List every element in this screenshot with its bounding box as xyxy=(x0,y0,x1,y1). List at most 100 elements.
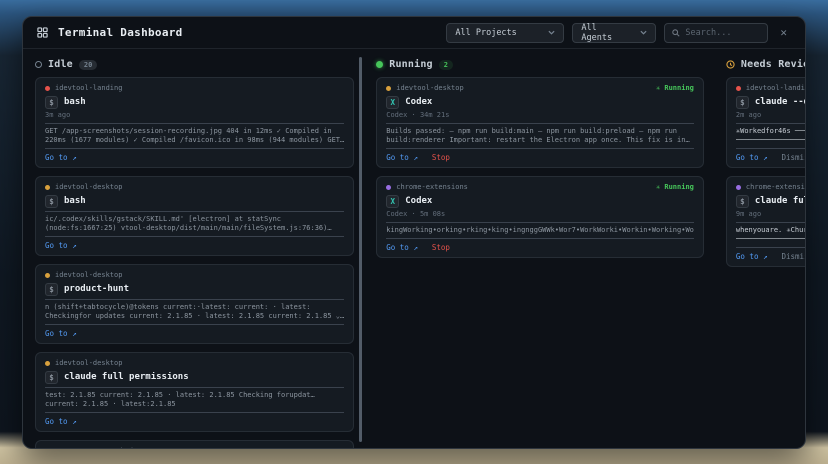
running-badge: ✳ Running xyxy=(656,84,694,92)
goto-link[interactable]: Go to ↗ xyxy=(45,241,77,250)
project-status-dot xyxy=(45,185,50,190)
session-title: product-hunt xyxy=(64,284,129,295)
search-input[interactable] xyxy=(685,28,760,38)
goto-link[interactable]: Go to ↗ xyxy=(45,417,77,426)
session-timestamp: 2m ago xyxy=(736,111,805,120)
running-status-icon xyxy=(376,61,383,68)
goto-link[interactable]: Go to ↗ xyxy=(45,153,77,162)
session-card[interactable]: idevtool-desktop $ product-hunt n (shift… xyxy=(35,264,354,344)
session-duration: Codex · 5m 08s xyxy=(386,210,694,219)
bash-icon: $ xyxy=(45,96,58,109)
kanban-board: Idle 20 idevtool-landing $ bash 3m ago G… xyxy=(23,49,805,448)
stop-button[interactable]: Stop xyxy=(432,243,450,252)
stop-button[interactable]: Stop xyxy=(432,153,450,162)
running-card-list: idevtool-desktop ✳ Running X Codex Codex… xyxy=(376,77,704,448)
session-title: claude --dangerously-skip-permissions xyxy=(755,97,805,108)
projects-filter-dropdown[interactable]: All Projects xyxy=(446,23,564,43)
terminal-output: kingWorking•orking•rking•king•ingnggGWWk… xyxy=(386,222,694,239)
agents-filter-value: All Agents xyxy=(581,23,630,43)
projects-filter-value: All Projects xyxy=(455,28,516,38)
session-card[interactable]: server-compass-desktop C fix domain Clau… xyxy=(35,440,354,448)
session-duration: Codex · 34m 21s xyxy=(386,111,694,120)
session-title: bash xyxy=(64,97,86,108)
project-status-dot xyxy=(45,86,50,91)
project-name: idevtool-desktop xyxy=(55,183,122,191)
column-label: Running xyxy=(389,59,433,70)
session-title: Codex xyxy=(405,196,432,207)
session-card[interactable]: idevtool-landing Review $ claude --dange… xyxy=(726,77,805,168)
session-title: Codex xyxy=(405,97,432,108)
page-title: Terminal Dashboard xyxy=(58,26,183,39)
project-name: idevtool-desktop xyxy=(55,359,122,367)
bash-icon: $ xyxy=(736,96,749,109)
search-icon xyxy=(672,29,680,37)
goto-link[interactable]: Go to ↗ xyxy=(386,243,418,252)
dismiss-button[interactable]: Dismiss xyxy=(782,252,806,261)
session-card[interactable]: idevtool-desktop $ claude full permissio… xyxy=(35,352,354,432)
codex-icon: X xyxy=(386,195,399,208)
idle-column-scrollbar[interactable] xyxy=(359,57,362,442)
session-title: claude full permissions xyxy=(64,372,189,383)
column-needs-review: Needs Review 2 idevtool-landing Review $… xyxy=(726,57,805,448)
column-label: Idle xyxy=(48,59,73,70)
session-timestamp: 3m ago xyxy=(45,111,344,120)
project-name: server-compass-desktop xyxy=(55,447,148,448)
goto-link[interactable]: Go to ↗ xyxy=(736,153,768,162)
running-count-badge: 2 xyxy=(439,60,453,70)
session-title: claude full permissions xyxy=(755,196,805,207)
project-status-dot xyxy=(736,185,741,190)
review-card-list: idevtool-landing Review $ claude --dange… xyxy=(726,77,805,448)
terminal-output: GET /app-screenshots/session-recording.j… xyxy=(45,123,344,149)
dismiss-button[interactable]: Dismiss xyxy=(782,153,806,162)
session-card[interactable]: idevtool-desktop ✳ Running X Codex Codex… xyxy=(376,77,704,168)
column-running: Running 2 idevtool-desktop ✳ Running X C… xyxy=(376,57,704,448)
terminal-output: ✳Workedfor46s ──────────────────────────… xyxy=(736,123,805,149)
idle-card-list: idevtool-landing $ bash 3m ago GET /app-… xyxy=(35,77,354,448)
project-name: idevtool-landing xyxy=(55,84,122,92)
chevron-down-icon xyxy=(640,30,647,35)
close-icon[interactable]: ✕ xyxy=(776,24,791,41)
column-idle-header: Idle 20 xyxy=(35,59,354,70)
clock-icon xyxy=(726,60,735,69)
project-status-dot xyxy=(45,273,50,278)
terminal-output: test: 2.1.85 current: 2.1.85 · latest: 2… xyxy=(45,387,344,413)
dashboard-icon xyxy=(37,27,48,38)
project-name: idevtool-desktop xyxy=(55,271,122,279)
project-name: chrome-extensions xyxy=(396,183,468,191)
codex-icon: X xyxy=(386,96,399,109)
bash-icon: $ xyxy=(45,371,58,384)
session-timestamp: 9m ago xyxy=(736,210,805,219)
project-status-dot xyxy=(736,86,741,91)
session-card[interactable]: chrome-extensions ✳ Running X Codex Code… xyxy=(376,176,704,258)
goto-link[interactable]: Go to ↗ xyxy=(386,153,418,162)
project-status-dot xyxy=(386,185,391,190)
terminal-output: Builds passed: — npm run build:main — np… xyxy=(386,123,694,149)
bash-icon: $ xyxy=(736,195,749,208)
column-needs-review-header: Needs Review 2 xyxy=(726,59,805,70)
terminal-output: n (shift+tabtocycle)@tokens current:·lat… xyxy=(45,299,344,325)
running-badge: ✳ Running xyxy=(656,183,694,191)
project-status-dot xyxy=(45,361,50,366)
idle-count-badge: 20 xyxy=(79,60,97,70)
session-title: bash xyxy=(64,196,86,207)
project-name: chrome-extensions xyxy=(746,183,805,191)
goto-link[interactable]: Go to ↗ xyxy=(45,329,77,338)
column-label: Needs Review xyxy=(741,59,805,70)
column-idle: Idle 20 idevtool-landing $ bash 3m ago G… xyxy=(35,57,354,448)
session-card[interactable]: idevtool-desktop $ bash ic/.codex/skills… xyxy=(35,176,354,256)
agents-filter-dropdown[interactable]: All Agents xyxy=(572,23,656,43)
session-card[interactable]: chrome-extensions Review $ claude full p… xyxy=(726,176,805,267)
project-name: idevtool-landing xyxy=(746,84,805,92)
project-status-dot xyxy=(386,86,391,91)
search-box[interactable] xyxy=(664,23,768,43)
goto-link[interactable]: Go to ↗ xyxy=(736,252,768,261)
chevron-down-icon xyxy=(548,30,555,35)
idle-status-icon xyxy=(35,61,42,68)
project-name: idevtool-desktop xyxy=(396,84,463,92)
terminal-output: ic/.codex/skills/gstack/SKILL.md' [elect… xyxy=(45,211,344,237)
terminal-output: whenyouare. ✳Churnedfor4m40s ───────────… xyxy=(736,222,805,248)
terminal-dashboard-window: Terminal Dashboard All Projects All Agen… xyxy=(22,16,806,449)
session-card[interactable]: idevtool-landing $ bash 3m ago GET /app-… xyxy=(35,77,354,168)
column-running-header: Running 2 xyxy=(376,59,704,70)
titlebar: Terminal Dashboard All Projects All Agen… xyxy=(23,17,805,49)
